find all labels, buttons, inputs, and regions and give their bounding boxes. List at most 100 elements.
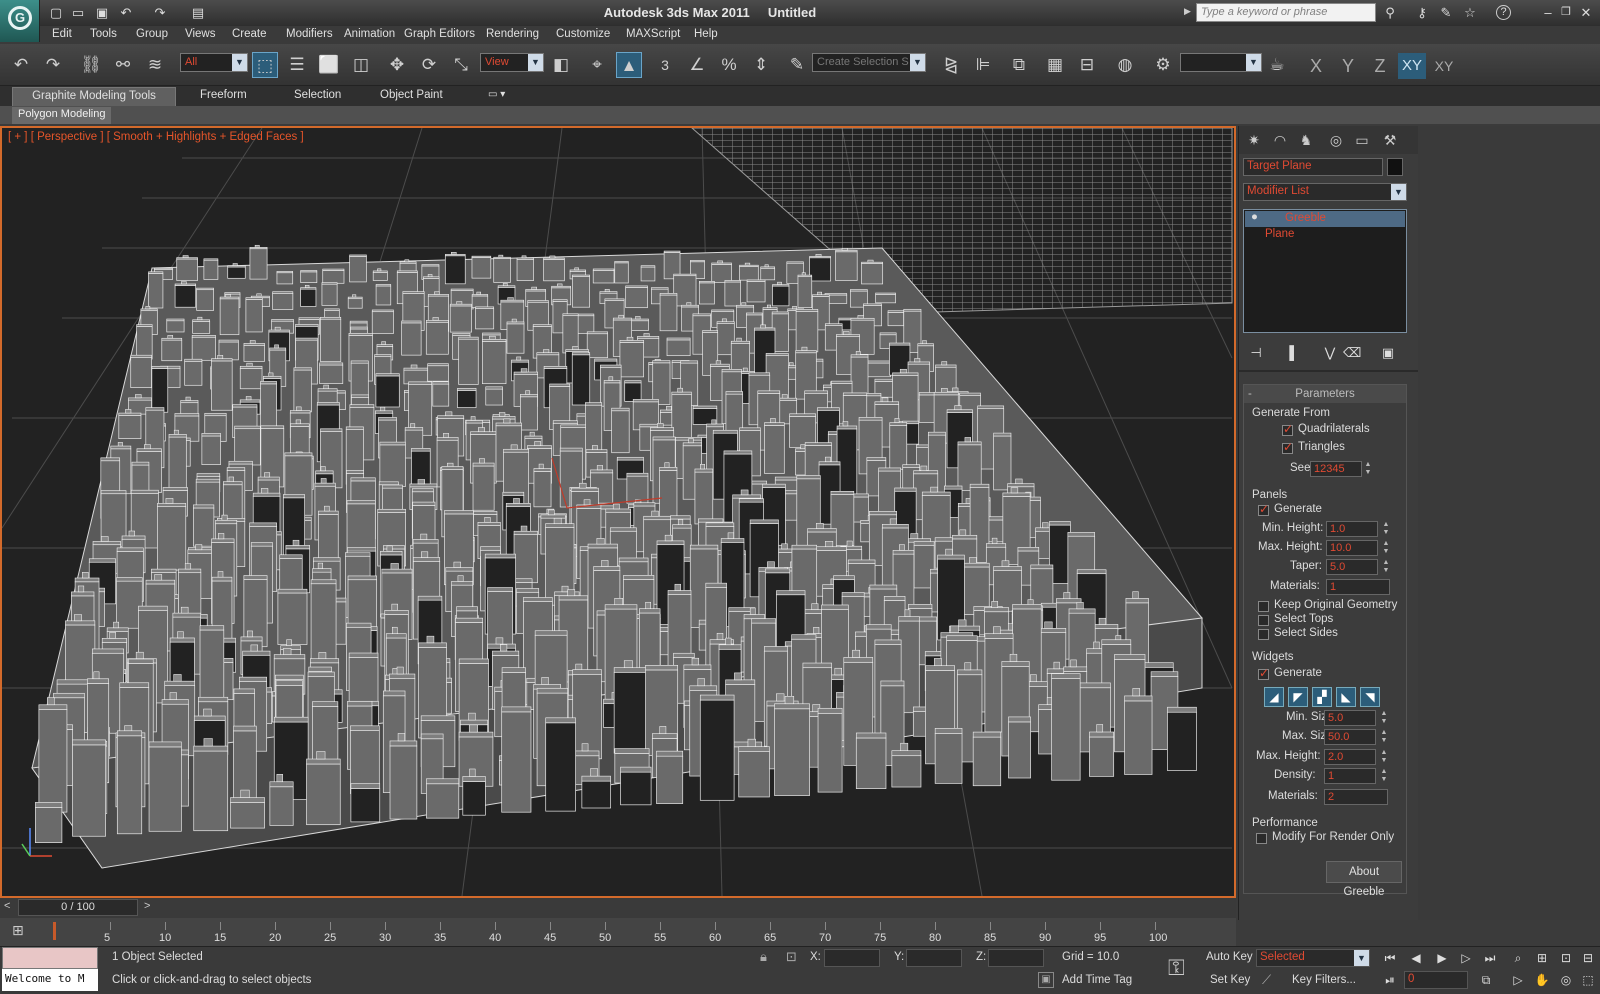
unlink-icon[interactable]: ⚯ (110, 52, 136, 78)
maxscript-listener-mini[interactable] (2, 947, 98, 969)
key-tangent-icon[interactable]: ⟋ (1262, 972, 1271, 988)
named-selection-set-dropdown[interactable]: Create Selection S ▼ (812, 53, 926, 72)
min-height-spinner[interactable]: ▲ ▼ (1382, 521, 1390, 537)
menu-modifiers[interactable]: Modifiers (286, 28, 333, 40)
x-coordinate-field[interactable] (824, 949, 880, 967)
create-tab-icon[interactable]: ✷ (1243, 130, 1265, 150)
select-object-icon[interactable]: ⬚ (252, 52, 278, 78)
motion-tab-icon[interactable]: ◎ (1325, 130, 1347, 150)
tab-selection[interactable]: Selection (286, 87, 349, 106)
widget-materials-input[interactable]: 2 (1324, 789, 1388, 805)
application-button[interactable]: G (0, 0, 40, 42)
taper-input[interactable]: 5.0 (1326, 559, 1378, 575)
select-and-move-icon[interactable]: ✥ (384, 52, 410, 78)
graphite-toggle-icon[interactable]: ▦ (1042, 52, 1068, 78)
current-frame-field[interactable]: 0 (1404, 971, 1468, 989)
remove-modifier-icon[interactable]: ⌫ (1343, 344, 1361, 362)
select-and-rotate-icon[interactable]: ⟳ (416, 52, 442, 78)
configure-modifier-sets-icon[interactable]: ▣ (1379, 344, 1397, 362)
axis-z-button[interactable]: Z (1366, 53, 1394, 79)
spinner-snap-icon[interactable]: ⇕ (748, 52, 774, 78)
modify-for-render-checkbox[interactable] (1256, 833, 1267, 844)
polygon-modeling-panel[interactable]: Polygon Modeling (12, 107, 112, 124)
key-filters-button[interactable]: Key Filters... (1292, 974, 1356, 986)
rollout-title[interactable]: - Parameters (1244, 385, 1406, 403)
curve-editor-icon[interactable]: ⊟ (1074, 52, 1100, 78)
zoom-extents-icon[interactable]: ⊡ (1556, 949, 1576, 967)
menu-group[interactable]: Group (136, 28, 168, 40)
percent-snap-icon[interactable]: % (716, 52, 742, 78)
object-name-field[interactable]: Target Plane (1243, 158, 1383, 176)
reference-coordinate-dropdown[interactable]: View ▼ (480, 53, 544, 72)
curve-editor-mini-icon[interactable]: ⊞ (12, 922, 24, 939)
selection-filter-dropdown[interactable]: All ▼ (180, 53, 248, 72)
density-input[interactable]: 1 (1324, 768, 1376, 784)
layer-manager-icon[interactable]: ⧉ (1006, 52, 1032, 78)
taper-spinner[interactable]: ▲ ▼ (1382, 559, 1390, 575)
triangles-checkbox[interactable] (1282, 440, 1293, 454)
render-preset-dropdown[interactable]: ▼ (1180, 53, 1262, 72)
tab-object-paint[interactable]: Object Paint (372, 87, 451, 106)
track-bar[interactable]: ⊞ 5 10 15 20 25 30 35 40 45 50 55 60 65 70 75 80 85 90 95 1… (0, 918, 1236, 946)
open-file-icon[interactable]: ▭ (70, 5, 86, 20)
mirror-icon[interactable]: ⧎ (938, 52, 964, 78)
pan-view-icon[interactable]: ✋ (1532, 971, 1552, 989)
edit-named-selection-icon[interactable]: ✎ (784, 52, 810, 78)
key-mode-dropdown[interactable]: Selected ▼ (1256, 949, 1370, 967)
align-icon[interactable]: ⊫ (970, 52, 996, 78)
about-greeble-button[interactable]: About Greeble (1326, 861, 1402, 898)
next-frame-icon[interactable]: ▷ (1456, 949, 1476, 967)
density-spinner[interactable]: ▲ ▼ (1380, 768, 1388, 784)
seed-input[interactable]: 12345 (1310, 461, 1362, 477)
set-key-button[interactable]: Set Key (1210, 974, 1250, 986)
max-height-input[interactable]: 10.0 (1326, 540, 1378, 556)
select-and-link-icon[interactable]: ⛓ (78, 52, 104, 78)
object-color-swatch[interactable] (1387, 158, 1403, 176)
seed-spinner[interactable]: ▲ ▼ (1364, 461, 1372, 477)
rectangular-selection-icon[interactable]: ⬜ (316, 52, 342, 78)
time-next-button[interactable]: > (144, 900, 150, 912)
stack-item-greeble[interactable]: ● Greeble (1245, 211, 1405, 227)
tab-graphite-modeling-tools[interactable]: Graphite Modeling Tools (12, 87, 176, 106)
axis-xy-cycle-button[interactable]: XY (1430, 53, 1458, 79)
key-mode-toggle-icon[interactable]: ⏯ (1380, 971, 1400, 989)
close-icon[interactable]: ✕ (1578, 5, 1594, 20)
bind-space-warp-icon[interactable]: ≋ (142, 52, 168, 78)
new-file-icon[interactable]: ▢ (48, 5, 64, 20)
stack-item-plane[interactable]: Plane (1245, 228, 1405, 244)
modifier-list-dropdown[interactable]: Modifier List ▼ (1243, 183, 1407, 201)
search-input[interactable]: Type a keyword or phrase (1196, 3, 1376, 22)
keyboard-shortcut-override-icon[interactable]: ▲ (616, 52, 642, 78)
widget-type-5-icon[interactable]: ◥ (1360, 687, 1380, 707)
restore-icon[interactable]: ❐ (1558, 5, 1574, 20)
communication-center-icon[interactable]: ✎ (1438, 5, 1454, 20)
select-by-name-icon[interactable]: ☰ (284, 52, 310, 78)
widget-type-1-icon[interactable]: ◢ (1264, 687, 1284, 707)
add-time-tag-button[interactable]: Add Time Tag (1062, 974, 1132, 986)
render-teapot-icon[interactable]: ☕ (1264, 52, 1290, 78)
render-setup-icon[interactable]: ⚙ (1150, 52, 1176, 78)
save-icon[interactable]: ▣ (94, 5, 110, 20)
project-folder-icon[interactable]: ▤ (190, 5, 206, 20)
widget-type-2-icon[interactable]: ◤ (1288, 687, 1308, 707)
max-size-spinner[interactable]: ▲ ▼ (1380, 729, 1388, 745)
collapse-arrow-icon[interactable]: ▶ (1184, 6, 1191, 17)
lock-selection-icon[interactable]: 🔒︎ (760, 949, 767, 965)
binoculars-icon[interactable]: ⚲ (1382, 5, 1398, 20)
menu-edit[interactable]: Edit (52, 28, 72, 40)
menu-maxscript[interactable]: MAXScript (626, 28, 680, 40)
keep-original-checkbox[interactable] (1258, 601, 1269, 612)
time-prev-button[interactable]: < (4, 900, 10, 912)
select-tops-checkbox[interactable] (1258, 615, 1269, 626)
axis-x-button[interactable]: X (1302, 53, 1330, 79)
go-to-start-icon[interactable]: ⏮ (1380, 949, 1400, 967)
pin-stack-icon[interactable]: ⊣ (1247, 344, 1265, 362)
lightbulb-icon[interactable]: ● (1251, 211, 1258, 223)
welcome-listener[interactable]: Welcome to M (2, 969, 98, 991)
panel-materials-input[interactable]: 1 (1326, 579, 1390, 595)
menu-rendering[interactable]: Rendering (486, 28, 539, 40)
z-coordinate-field[interactable] (988, 949, 1044, 967)
widget-type-3-icon[interactable]: ▞ (1312, 687, 1332, 707)
play-icon[interactable]: ▶ (1432, 949, 1452, 967)
ribbon-options-icon[interactable]: ▭ ▾ (480, 87, 513, 106)
